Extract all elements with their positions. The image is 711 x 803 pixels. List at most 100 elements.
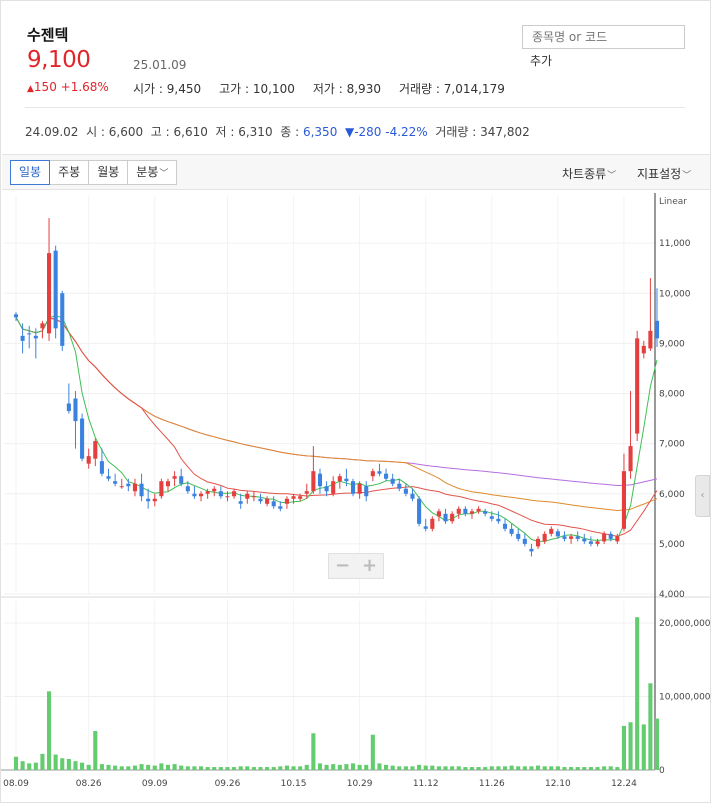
volume-bar — [450, 766, 455, 770]
volume-bar — [73, 761, 78, 770]
candle-body — [516, 533, 521, 539]
side-panel-toggle-icon[interactable]: ‹ — [695, 475, 710, 517]
candle-body — [80, 418, 85, 459]
zoom-in-button[interactable]: + — [356, 554, 383, 578]
candle-body — [615, 536, 620, 542]
volume-bar — [60, 758, 65, 770]
volume-bar — [641, 724, 646, 770]
candle-body — [291, 496, 296, 499]
volume-bar — [621, 725, 627, 770]
candle-body — [27, 333, 32, 335]
ma120-line — [15, 317, 658, 487]
candle-body — [397, 483, 402, 489]
hover-close-label: 종 : — [280, 125, 300, 139]
volume-bar — [146, 764, 151, 770]
ma5-line — [15, 314, 658, 542]
candle-body — [198, 493, 204, 497]
volume-bar — [53, 754, 58, 770]
candle-body — [205, 491, 210, 494]
volume-bar — [80, 762, 85, 770]
volume-bar — [271, 767, 276, 770]
candle-body — [60, 293, 65, 346]
stock-search-input[interactable] — [522, 25, 685, 49]
x-tick-label: 12.10 — [545, 779, 571, 789]
candle-body — [106, 476, 111, 479]
candle-body — [172, 476, 177, 479]
candle-body — [529, 548, 534, 552]
volume-bar — [522, 766, 527, 770]
volume-bar — [483, 767, 488, 770]
candle-body — [549, 528, 554, 534]
volume-bar — [99, 764, 104, 770]
hover-low: 저 : 6,310 — [215, 125, 273, 139]
candle-body — [73, 398, 78, 422]
volume-bar — [205, 767, 210, 770]
volume-bar — [654, 718, 660, 770]
volume-bar — [469, 767, 475, 770]
candle-body — [648, 330, 653, 349]
volume-bar — [417, 764, 422, 770]
candle-body — [562, 536, 567, 539]
hover-info: 24.09.02 시 : 6,600 고 : 6,610 저 : 6,310 종… — [25, 123, 530, 140]
candle-body — [469, 511, 475, 514]
candle-body — [331, 481, 336, 494]
candle-body — [271, 501, 276, 507]
tab-weekly[interactable]: 주봉 — [49, 160, 90, 185]
candle-body — [132, 483, 137, 492]
chart-type-dropdown[interactable]: 차트종류﹀ — [562, 165, 616, 182]
candle-body — [509, 528, 514, 534]
candle-body — [588, 541, 593, 544]
price-change: ▲150 +1.68% — [27, 80, 109, 94]
tab-monthly[interactable]: 월봉 — [88, 160, 129, 185]
price-date: 25.01.09 — [133, 58, 187, 72]
volume-bar — [212, 767, 217, 770]
volume-bar — [489, 766, 494, 770]
volume-bar — [86, 764, 91, 770]
tab-daily[interactable]: 일봉 — [10, 160, 51, 185]
volume-bar — [185, 766, 190, 770]
volume-bar — [278, 766, 283, 770]
candle-body — [344, 478, 349, 482]
candle-body — [311, 471, 316, 492]
volume-bar — [172, 764, 177, 770]
indicator-dropdown[interactable]: 지표설정﹀ — [637, 165, 691, 182]
chart-toolbar: 일봉 주봉 월봉 분봉﹀ 차트종류﹀ 지표설정﹀ — [2, 154, 710, 190]
candle-body — [33, 335, 38, 339]
tab-minute[interactable]: 분봉﹀ — [127, 160, 178, 185]
volume-bar — [602, 766, 607, 770]
candle-body — [423, 526, 428, 529]
volume-bar — [20, 761, 25, 770]
candle-body — [555, 531, 560, 537]
volume-bar — [430, 765, 435, 770]
open-price: 시가 : 9,450 — [133, 82, 202, 96]
candle-body — [569, 536, 574, 539]
volume-bar — [106, 764, 111, 770]
volume-bar — [66, 758, 71, 770]
volume-bar — [555, 766, 560, 770]
candle-body — [86, 456, 91, 464]
volume-bar — [615, 767, 620, 770]
hover-close: 6,350 — [302, 125, 338, 139]
volume-bar — [159, 763, 164, 770]
candle-body — [232, 491, 237, 497]
price-chart[interactable]: Linear 11,000 10,000 9,000 8,000 7,000 6,000 5,… — [1, 191, 710, 791]
change-value: 150 — [33, 80, 57, 94]
add-button[interactable]: 추가 — [530, 52, 552, 69]
ma60-line — [15, 317, 658, 512]
zoom-out-button[interactable]: − — [329, 554, 356, 578]
candle-body — [152, 498, 157, 502]
candle-body — [13, 314, 19, 318]
volume-bar — [245, 766, 250, 770]
volume-bar — [575, 767, 580, 770]
candle-body — [212, 488, 217, 492]
volume-bar — [225, 767, 230, 770]
volume-bar — [311, 733, 316, 770]
volume-bar — [370, 734, 375, 770]
candle-body — [139, 483, 144, 497]
volume-bar — [40, 753, 45, 770]
volume-bar — [588, 767, 593, 770]
high-price: 고가 : 10,100 — [219, 82, 295, 96]
tab-minute-label: 분봉 — [136, 165, 159, 179]
candle-body — [522, 538, 527, 544]
volume-bar — [165, 764, 171, 770]
